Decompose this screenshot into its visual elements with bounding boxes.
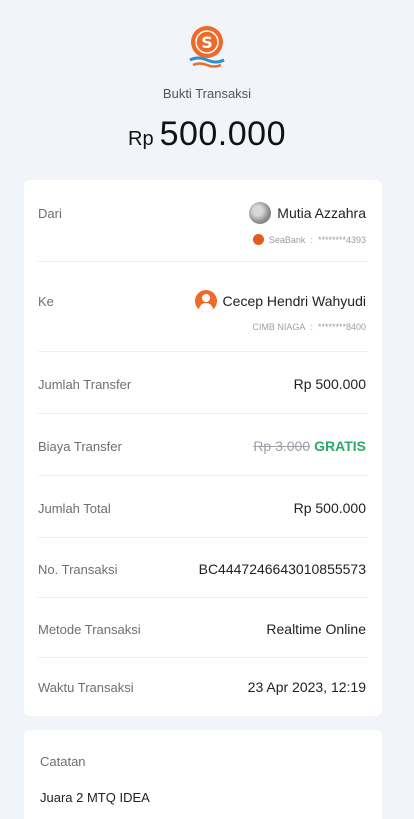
fee-free-badge: GRATIS	[314, 438, 366, 454]
detail-label: Jumlah Total	[38, 501, 111, 516]
transaction-details-card: Dari Mutia Azzahra SeaBank: ********4393…	[24, 180, 382, 716]
detail-value: 23 Apr 2023, 12:19	[247, 679, 366, 695]
recipient-account: ********8400	[317, 322, 366, 332]
detail-label: Waktu Transaksi	[38, 680, 134, 695]
detail-label: No. Transaksi	[38, 562, 118, 577]
sender-avatar	[249, 202, 272, 224]
amount-value: 500.000	[159, 115, 286, 153]
svg-text:S: S	[201, 33, 213, 52]
detail-value: Realtime Online	[266, 621, 366, 637]
page-title: Bukti Transaksi	[162, 86, 252, 101]
note-label: Catatan	[40, 754, 86, 769]
detail-row-transfer-amount: Jumlah Transfer Rp 500.000	[38, 352, 368, 414]
sender-bank: SeaBank	[268, 234, 306, 245]
recipient-bank: CIMB NIAGA	[252, 322, 306, 332]
seabank-logo-icon: S	[187, 24, 227, 70]
note-text: Juara 2 MTQ IDEA	[40, 790, 150, 805]
detail-value: Rp 500.000	[293, 500, 366, 516]
sender-account: ********4393	[317, 234, 366, 245]
detail-row-total: Jumlah Total Rp 500.000	[38, 476, 368, 538]
detail-label: Jumlah Transfer	[38, 377, 132, 392]
sender-name: Mutia Azzahra	[277, 205, 366, 221]
seabank-icon	[252, 234, 264, 245]
note-card: Catatan Juara 2 MTQ IDEA	[24, 730, 382, 819]
recipient-label: Ke	[38, 294, 54, 309]
amount-currency: Rp	[128, 128, 154, 150]
transfer-amount: Rp 500.000	[128, 115, 286, 154]
detail-value: Rp 500.000	[293, 376, 366, 392]
sender-info: Mutia Azzahra SeaBank: ********4393	[249, 202, 366, 245]
detail-label: Metode Transaksi	[38, 622, 141, 637]
detail-row-method: Metode Transaksi Realtime Online	[38, 598, 368, 658]
detail-row-time: Waktu Transaksi 23 Apr 2023, 12:19	[38, 658, 368, 716]
detail-row-transaction-no: No. Transaksi BC4447246643010855573	[38, 538, 368, 598]
recipient-row: Ke Cecep Hendri Wahyudi CIMB NIAGA: ****…	[38, 262, 368, 352]
recipient-name: Cecep Hendri Wahyudi	[222, 293, 366, 309]
recipient-avatar	[194, 290, 217, 312]
fee-value: Rp 3.000 GRATIS	[253, 438, 366, 454]
fee-original: Rp 3.000	[253, 438, 311, 454]
sender-row: Dari Mutia Azzahra SeaBank: ********4393	[38, 180, 368, 262]
recipient-info: Cecep Hendri Wahyudi CIMB NIAGA: *******…	[194, 290, 366, 332]
detail-row-transfer-fee: Biaya Transfer Rp 3.000 GRATIS	[38, 414, 368, 476]
receipt-header: S Bukti Transaksi Rp 500.000	[0, 0, 414, 172]
detail-label: Biaya Transfer	[38, 439, 122, 454]
detail-value: BC4447246643010855573	[198, 561, 366, 577]
sender-label: Dari	[38, 206, 62, 221]
